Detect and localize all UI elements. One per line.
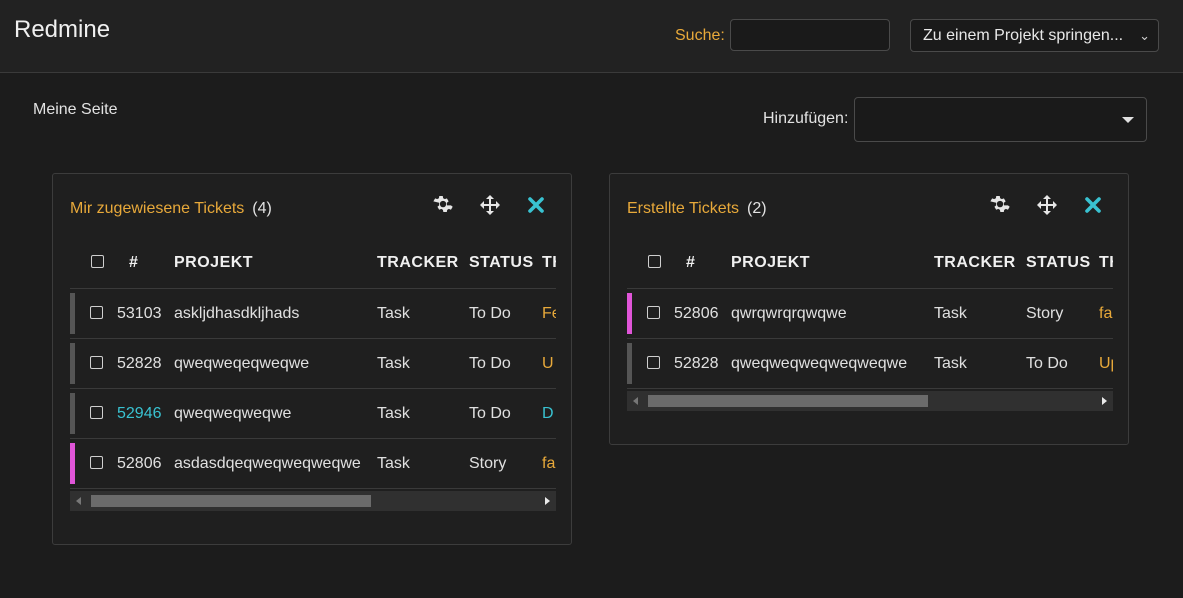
scroll-right-icon[interactable] [545, 497, 550, 505]
cell-project: asdasdqeqweqweqweqwe [174, 455, 361, 472]
cell-id[interactable]: 53103 [117, 305, 162, 323]
cell-status: Story [469, 455, 507, 472]
cell-id[interactable]: 52806 [117, 455, 162, 473]
cell-tracker: Task [377, 405, 410, 422]
cell-tracker: Task [934, 355, 967, 372]
cell-tracker: Task [934, 305, 967, 322]
table-header: # PROJEKT TRACKER STATUS TH [70, 236, 556, 289]
table-row[interactable]: 53103 askljdhasdkljhads Task To Do Fe [70, 289, 556, 339]
row-checkbox[interactable] [647, 306, 660, 319]
cell-project: qweqweqweqwe [174, 405, 292, 422]
cell-tracker: Task [377, 455, 410, 472]
move-arrows-icon[interactable] [1035, 193, 1059, 217]
cell-project: qweqweqeqweqwe [174, 355, 310, 372]
column-header-project[interactable]: PROJEKT [174, 254, 253, 272]
cell-truncated[interactable]: fab [1099, 305, 1113, 323]
cell-tracker: Task [377, 355, 410, 372]
column-header-status[interactable]: STATUS [469, 254, 534, 272]
cell-status: To Do [469, 355, 511, 372]
row-checkbox[interactable] [90, 356, 103, 369]
column-header-status[interactable]: STATUS [1026, 254, 1091, 272]
project-jump-label: Zu einem Projekt springen... [923, 27, 1124, 44]
cell-id[interactable]: 52828 [117, 355, 162, 373]
tracker-color-bar [627, 343, 632, 384]
cell-status: Story [1026, 305, 1064, 322]
cell-id[interactable]: 52806 [674, 305, 719, 323]
gear-icon[interactable] [430, 193, 454, 217]
move-arrows-icon[interactable] [478, 193, 502, 217]
cell-truncated[interactable]: Fe [542, 305, 556, 323]
tracker-color-bar [70, 393, 75, 434]
table-header: # PROJEKT TRACKER STATUS TH [627, 236, 1113, 289]
cell-truncated[interactable]: fa [542, 455, 555, 473]
table-row[interactable]: 52806 asdasdqeqweqweqweqwe Task Story fa [70, 439, 556, 489]
cell-project: qweqweqweqweqweqwe [731, 355, 908, 372]
column-header-id[interactable]: # [686, 254, 695, 272]
cell-project: askljdhasdkljhads [174, 305, 300, 322]
column-header-project[interactable]: PROJEKT [731, 254, 810, 272]
row-checkbox[interactable] [90, 406, 103, 419]
select-all-checkbox[interactable] [91, 255, 104, 268]
assigned-issues-block: Mir zugewiesene Tickets (4) # PROJEKT TRACK… [52, 173, 572, 545]
cell-id[interactable]: 52946 [117, 405, 162, 423]
app-title[interactable]: Redmine [14, 16, 110, 44]
top-header: Redmine Suche: Zu einem Projekt springen… [0, 0, 1183, 73]
search-label[interactable]: Suche: [675, 27, 725, 45]
scrollbar-thumb[interactable] [91, 495, 371, 507]
cell-truncated[interactable]: Upo [1099, 355, 1113, 373]
project-jump-select[interactable]: Zu einem Projekt springen... ⌄ [910, 19, 1159, 52]
column-header-tracker[interactable]: TRACKER [934, 254, 1016, 272]
block-title[interactable]: Mir zugewiesene Tickets (4) [70, 200, 272, 218]
chevron-down-icon: ⌄ [1139, 28, 1150, 43]
tracker-color-bar [70, 443, 75, 484]
caret-down-icon [1122, 117, 1134, 123]
tracker-color-bar [627, 293, 632, 334]
cell-id[interactable]: 52828 [674, 355, 719, 373]
table-row[interactable]: 52806 qwrqwrqrqwqwe Task Story fab [627, 289, 1113, 339]
cell-project: qwrqwrqrqwqwe [731, 305, 847, 322]
block-title-text[interactable]: Mir zugewiesene Tickets [70, 200, 244, 217]
row-checkbox[interactable] [647, 356, 660, 369]
block-count: (2) [747, 200, 767, 217]
cell-status: To Do [1026, 355, 1068, 372]
search-input[interactable] [730, 19, 890, 51]
cell-status: To Do [469, 305, 511, 322]
table-row[interactable]: 52946 qweqweqweqwe Task To Do D [70, 389, 556, 439]
close-x-icon[interactable] [524, 193, 548, 217]
scrollbar-thumb[interactable] [648, 395, 928, 407]
column-header-tracker[interactable]: TRACKER [377, 254, 459, 272]
horizontal-scrollbar[interactable] [627, 391, 1113, 411]
tracker-color-bar [70, 293, 75, 334]
page-title: Meine Seite [33, 101, 118, 118]
row-checkbox[interactable] [90, 306, 103, 319]
issues-table: # PROJEKT TRACKER STATUS TH 52806 qwrqwrqrqwqw… [627, 236, 1113, 418]
scroll-left-icon[interactable] [633, 397, 638, 405]
close-x-icon[interactable] [1081, 193, 1105, 217]
block-count: (4) [252, 200, 272, 217]
block-title-text[interactable]: Erstellte Tickets [627, 200, 739, 217]
add-block-label: Hinzufügen: [763, 110, 849, 127]
select-all-checkbox[interactable] [648, 255, 661, 268]
add-block-select[interactable] [854, 97, 1147, 142]
cell-status: To Do [469, 405, 511, 422]
horizontal-scrollbar[interactable] [70, 491, 556, 511]
column-header-truncated[interactable]: TH [542, 254, 556, 272]
scroll-right-icon[interactable] [1102, 397, 1107, 405]
block-title[interactable]: Erstellte Tickets (2) [627, 200, 767, 218]
issues-table: # PROJEKT TRACKER STATUS TH 53103 askljdhasdkl… [70, 236, 556, 518]
cell-truncated[interactable]: D [542, 405, 554, 423]
tracker-color-bar [70, 343, 75, 384]
row-checkbox[interactable] [90, 456, 103, 469]
scroll-left-icon[interactable] [76, 497, 81, 505]
gear-icon[interactable] [987, 193, 1011, 217]
cell-truncated[interactable]: U [542, 355, 554, 373]
table-row[interactable]: 52828 qweqweqweqweqweqwe Task To Do Upo [627, 339, 1113, 389]
table-row[interactable]: 52828 qweqweqeqweqwe Task To Do U [70, 339, 556, 389]
column-header-truncated[interactable]: TH [1099, 254, 1113, 272]
column-header-id[interactable]: # [129, 254, 138, 272]
reported-issues-block: Erstellte Tickets (2) # PROJEKT TRACKER STAT… [609, 173, 1129, 445]
cell-tracker: Task [377, 305, 410, 322]
